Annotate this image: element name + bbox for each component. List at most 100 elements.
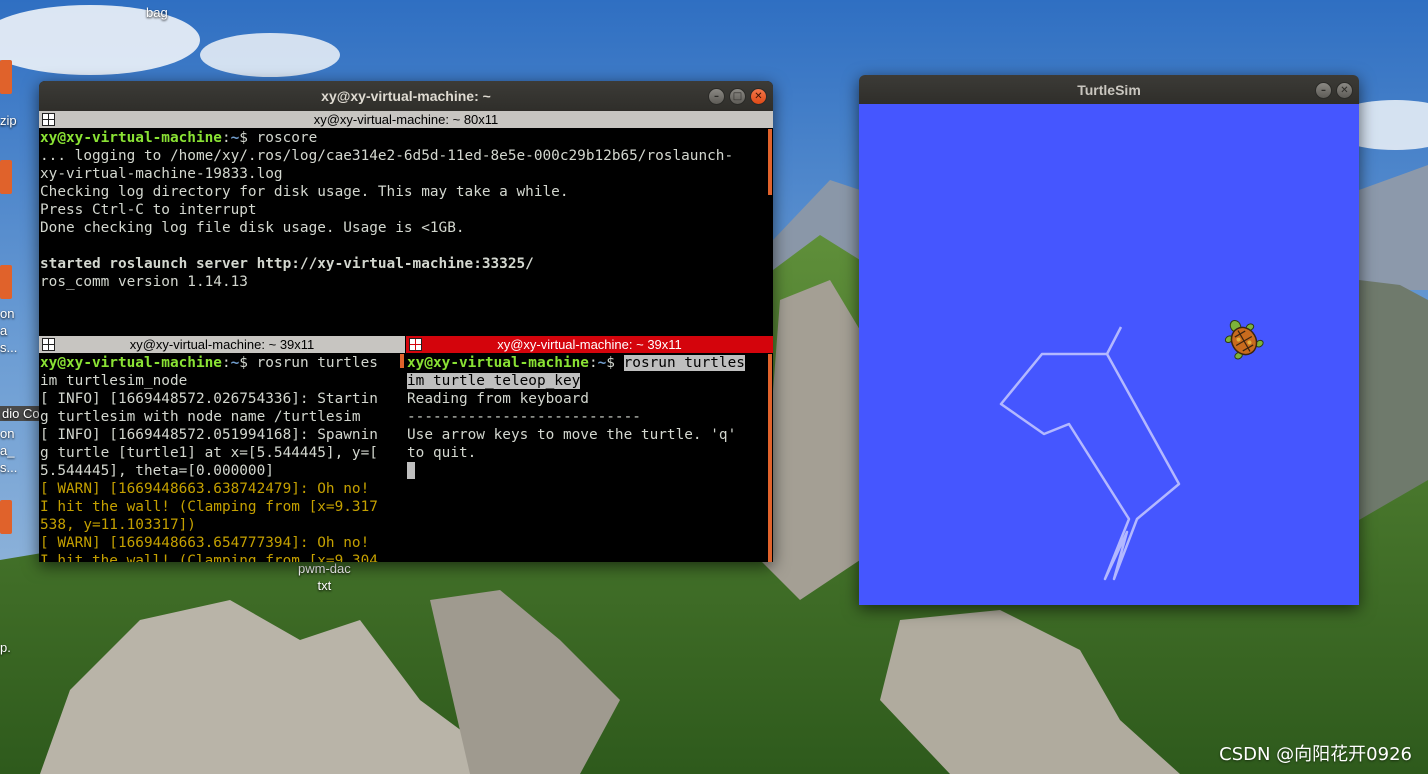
terminal-text: $ xyxy=(606,355,624,371)
scrollbar[interactable] xyxy=(768,354,772,562)
terminal-line: Press Ctrl-C to interrupt xyxy=(40,201,767,219)
terminal-text: Done checking log file disk usage. Usage… xyxy=(40,220,465,236)
pane-menu-icon[interactable] xyxy=(42,113,55,126)
terminal-line: xy-virtual-machine-19833.log xyxy=(40,165,767,183)
terminal-text: ... logging to /home/xy/.ros/log/cae314e… xyxy=(40,148,734,164)
close-icon[interactable]: ✕ xyxy=(1336,82,1353,99)
pane-title-text: xy@xy-virtual-machine: ~ 80x11 xyxy=(313,112,499,127)
desktop-icon-label[interactable]: pwm-dac txt xyxy=(298,560,351,594)
pane-titlebar-top[interactable]: xy@xy-virtual-machine: ~ 80x11 xyxy=(39,111,773,128)
terminal-text: ~ xyxy=(597,355,607,371)
terminal-line: to quit. xyxy=(407,444,765,462)
terminal-text: xy@xy-virtual-machine xyxy=(40,355,222,371)
desktop-icon-label[interactable]: on a s... xyxy=(0,305,17,356)
terminal-text: [ INFO] [1669448572.026754336]: Startin xyxy=(40,391,378,407)
terminal-text: ~ xyxy=(230,130,240,146)
turtlesim-window[interactable]: TurtleSim – ✕ xyxy=(859,75,1359,605)
terminal-text: $ rosrun turtles xyxy=(239,355,378,371)
minimize-icon[interactable]: – xyxy=(1315,82,1332,99)
terminal-text: Press Ctrl-C to interrupt xyxy=(40,202,257,218)
terminal-line: [ INFO] [1669448572.051994168]: Spawnin xyxy=(40,426,398,444)
window-controls: – ✕ xyxy=(1315,82,1353,99)
pane-title-text: xy@xy-virtual-machine: ~ 39x11 xyxy=(497,337,682,352)
terminal-text: Checking log directory for disk usage. T… xyxy=(40,184,569,200)
pane-menu-icon[interactable] xyxy=(42,338,55,351)
terminal-text: Reading from keyboard xyxy=(407,391,589,407)
terminal-line: im turtle_teleop_key xyxy=(407,372,765,390)
desktop-icon-label[interactable]: bag xyxy=(146,5,168,20)
terminal-line: [ INFO] [1669448572.026754336]: Startin xyxy=(40,390,398,408)
terminal-line: Checking log directory for disk usage. T… xyxy=(40,183,767,201)
file-icon[interactable] xyxy=(0,60,12,94)
terminal-text: $ roscore xyxy=(239,130,318,146)
terminal-text: Use arrow keys to move the turtle. 'q' xyxy=(407,427,737,443)
terminal-text: I hit the wall! (Clamping from [x=9.317 xyxy=(40,499,378,515)
minimize-icon[interactable]: – xyxy=(708,88,725,105)
text-cursor xyxy=(407,462,415,479)
terminal-text: xy@xy-virtual-machine xyxy=(40,130,222,146)
window-controls: – □ ✕ xyxy=(708,88,767,105)
terminal-line: started roslaunch server http://xy-virtu… xyxy=(40,255,767,273)
file-icon[interactable] xyxy=(0,160,12,194)
pane-title-text: xy@xy-virtual-machine: ~ 39x11 xyxy=(129,337,315,352)
file-icon[interactable] xyxy=(0,500,12,534)
terminal-line: xy@xy-virtual-machine:~$ rosrun turtles xyxy=(407,354,765,372)
terminal-line: I hit the wall! (Clamping from [x=9.304 xyxy=(40,552,398,562)
terminal-text: im turtlesim_node xyxy=(40,373,188,389)
terminal-line: g turtle [turtle1] at x=[5.544445], y=[ xyxy=(40,444,398,462)
terminal-text: : xyxy=(221,355,231,371)
terminal-line: --------------------------- xyxy=(407,408,765,426)
terminal-text: ros_comm version 1.14.13 xyxy=(40,274,248,290)
scrollbar[interactable] xyxy=(400,354,404,368)
terminal-line: ros_comm version 1.14.13 xyxy=(40,273,767,291)
terminal-text: xy@xy-virtual-machine xyxy=(407,355,589,371)
turtlesim-titlebar[interactable]: TurtleSim – ✕ xyxy=(859,75,1359,104)
terminal-pane-top[interactable]: xy@xy-virtual-machine:~$ roscore... logg… xyxy=(40,129,767,334)
terminal-line: Done checking log file disk usage. Usage… xyxy=(40,219,767,237)
window-title: TurtleSim xyxy=(1077,81,1141,98)
terminal-text: 5.544445], theta=[0.000000] xyxy=(40,463,274,479)
desktop-icon-label[interactable]: p. xyxy=(0,640,11,655)
scrollbar[interactable] xyxy=(768,129,772,195)
pane-titlebar-left[interactable]: xy@xy-virtual-machine: ~ 39x11 xyxy=(39,336,405,353)
terminal-line: g turtlesim with node name /turtlesim xyxy=(40,408,398,426)
terminal-line: Use arrow keys to move the turtle. 'q' xyxy=(407,426,765,444)
file-icon[interactable] xyxy=(0,265,12,299)
terminal-text: ~ xyxy=(230,355,240,371)
maximize-icon[interactable]: □ xyxy=(729,88,746,105)
terminal-text: : xyxy=(588,355,598,371)
terminal-text: g turtle [turtle1] at x=[5.544445], y=[ xyxy=(40,445,378,461)
window-title: xy@xy-virtual-machine: ~ xyxy=(321,88,491,104)
terminal-text: xy-virtual-machine-19833.log xyxy=(40,166,283,182)
desktop-icon-label[interactable]: on a_ s... xyxy=(0,425,17,476)
terminal-text: [ WARN] [1669448663.654777394]: Oh no! xyxy=(40,535,370,551)
terminal-text: g turtlesim with node name /turtlesim xyxy=(40,409,361,425)
canvas-background xyxy=(859,104,1359,605)
watermark: CSDN @向阳花开0926 xyxy=(1219,744,1412,765)
terminal-line: I hit the wall! (Clamping from [x=9.317 xyxy=(40,498,398,516)
terminal-line: [ WARN] [1669448663.638742479]: Oh no! xyxy=(40,480,398,498)
terminal-line: xy@xy-virtual-machine:~$ rosrun turtles xyxy=(40,354,398,372)
desktop-icon-label[interactable]: zip xyxy=(0,113,17,128)
terminal-titlebar[interactable]: xy@xy-virtual-machine: ~ – □ ✕ xyxy=(39,81,773,111)
pane-menu-icon[interactable] xyxy=(409,338,422,351)
terminal-line: Reading from keyboard xyxy=(407,390,765,408)
terminal-line: 538, y=11.103317]) xyxy=(40,516,398,534)
turtlesim-canvas xyxy=(859,104,1359,605)
terminal-pane-left[interactable]: xy@xy-virtual-machine:~$ rosrun turtles i… xyxy=(40,354,398,562)
close-icon[interactable]: ✕ xyxy=(750,88,767,105)
terminal-pane-right[interactable]: xy@xy-virtual-machine:~$ rosrun turtles i… xyxy=(407,354,765,562)
terminal-text: to quit. xyxy=(407,445,477,461)
terminal-line: xy@xy-virtual-machine:~$ roscore xyxy=(40,129,767,147)
terminal-text: started roslaunch server http://xy-virtu… xyxy=(40,256,534,272)
pane-titlebar-right[interactable]: xy@xy-virtual-machine: ~ 39x11 xyxy=(406,336,773,353)
terminal-line xyxy=(407,462,765,480)
terminal-line: im turtlesim_node xyxy=(40,372,398,390)
terminal-text: 538, y=11.103317]) xyxy=(40,517,196,533)
terminal-text: : xyxy=(221,130,231,146)
terminal-window[interactable]: xy@xy-virtual-machine: ~ – □ ✕ xy@xy-vir… xyxy=(39,81,773,562)
terminal-line: 5.544445], theta=[0.000000] xyxy=(40,462,398,480)
terminal-text: --------------------------- xyxy=(407,409,641,425)
terminal-line: [ WARN] [1669448663.654777394]: Oh no! xyxy=(40,534,398,552)
